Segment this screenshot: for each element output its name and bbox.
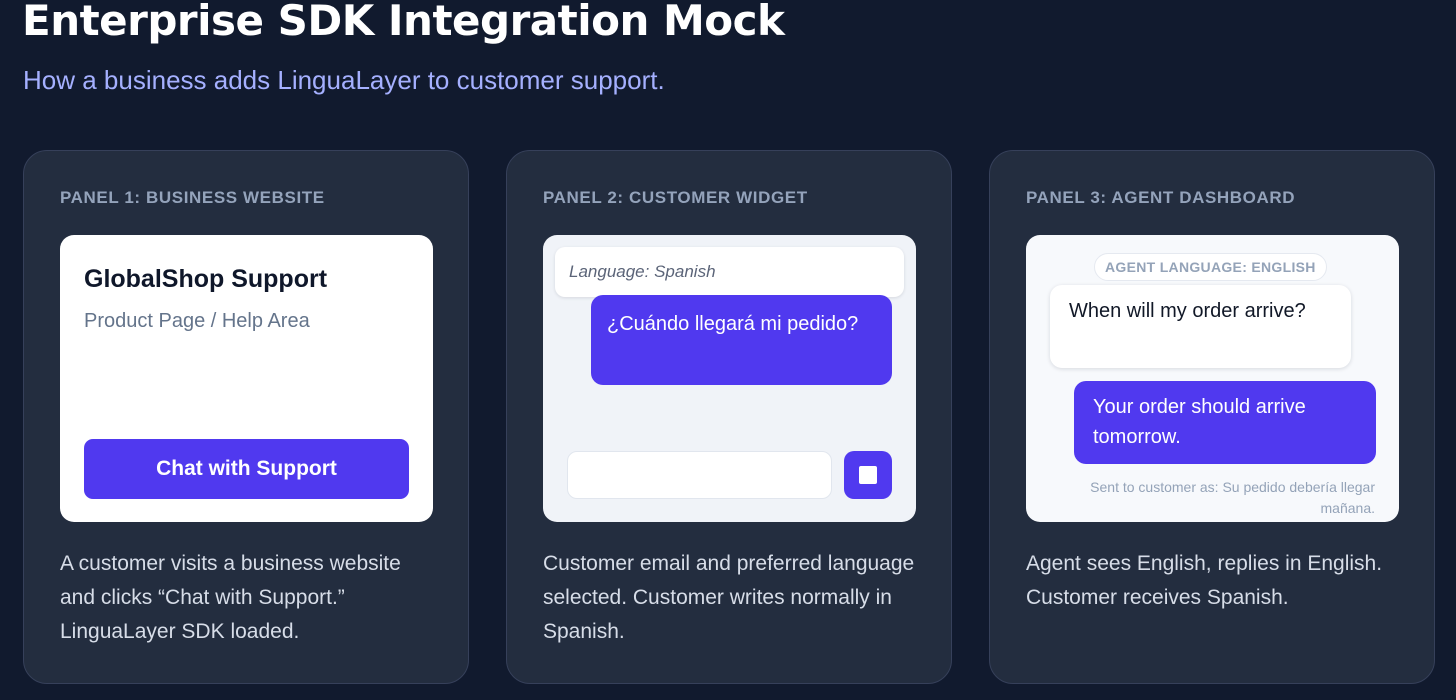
panel-description: Customer email and preferred language se… (543, 552, 915, 643)
stop-icon (859, 466, 877, 484)
agent-reply-bubble: Your order should arrive tomorrow. (1074, 381, 1376, 464)
send-button[interactable] (844, 451, 892, 499)
panel-label: PANEL 3: AGENT DASHBOARD (1026, 188, 1296, 207)
store-subtitle: Product Page / Help Area (84, 310, 310, 332)
website-mock-card: GlobalShop Support Product Page / Help A… (60, 235, 433, 522)
customer-widget-card: Language: Spanish ¿Cuándo llegará mi ped… (543, 235, 916, 522)
language-selector[interactable]: Language: Spanish (555, 247, 904, 297)
panel-description: A customer visits a business website and… (60, 552, 401, 643)
panel-agent-dashboard: PANEL 3: AGENT DASHBOARD AGENT LANGUAGE:… (989, 150, 1435, 684)
panel-description: Agent sees English, replies in English. … (1026, 552, 1383, 609)
incoming-message-bubble: When will my order arrive? (1050, 285, 1351, 368)
panel-label: PANEL 1: BUSINESS WEBSITE (60, 188, 325, 207)
page: Enterprise SDK Integration Mock How a bu… (0, 0, 1456, 700)
panel-business-website: PANEL 1: BUSINESS WEBSITE GlobalShop Sup… (23, 150, 469, 684)
panel-label: PANEL 2: CUSTOMER WIDGET (543, 188, 808, 207)
panel-customer-widget: PANEL 2: CUSTOMER WIDGET Language: Spani… (506, 150, 952, 684)
message-input[interactable] (567, 451, 832, 499)
page-subtitle: How a business adds LinguaLayer to custo… (23, 65, 665, 95)
customer-message-bubble: ¿Cuándo llegará mi pedido? (591, 295, 892, 385)
page-title: Enterprise SDK Integration Mock (22, 0, 785, 45)
agent-dashboard-card: AGENT LANGUAGE: ENGLISH When will my ord… (1026, 235, 1399, 522)
store-name: GlobalShop Support (84, 265, 328, 293)
translation-note: Sent to customer as: Su pedido debería l… (1090, 479, 1375, 516)
agent-language-badge: AGENT LANGUAGE: ENGLISH (1094, 253, 1327, 281)
chat-with-support-button[interactable]: Chat with Support (84, 439, 409, 499)
